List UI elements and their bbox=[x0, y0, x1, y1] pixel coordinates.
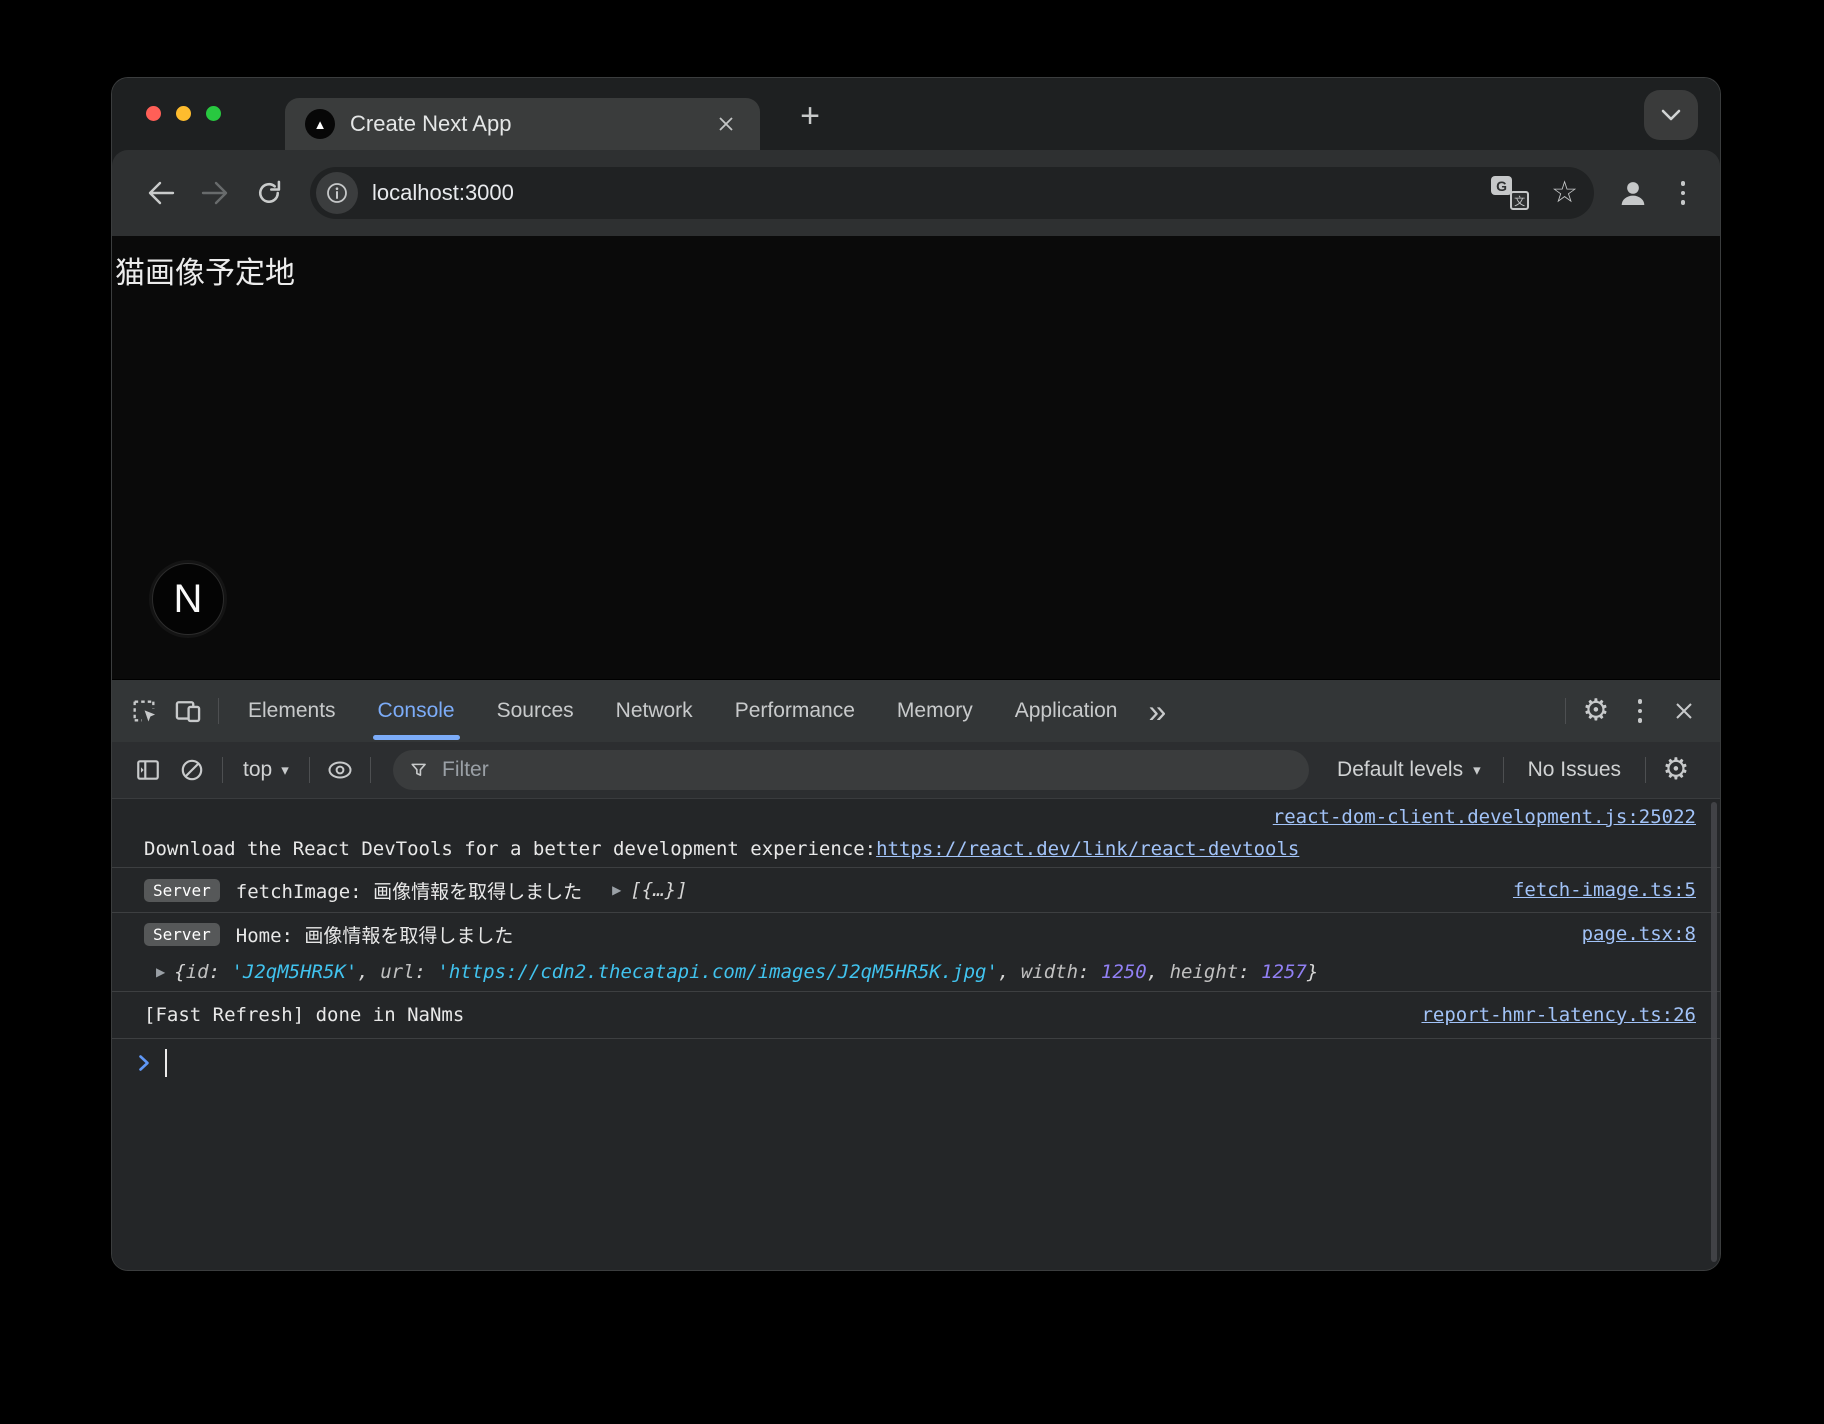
expand-triangle-icon[interactable]: ▶ bbox=[612, 884, 621, 896]
back-arrow-icon bbox=[146, 180, 176, 206]
chevron-down-icon bbox=[1660, 108, 1682, 122]
inspect-cursor-icon bbox=[130, 697, 158, 725]
back-button[interactable] bbox=[144, 176, 178, 210]
gear-icon: ⚙ bbox=[1663, 755, 1690, 785]
source-link[interactable]: report-hmr-latency.ts:26 bbox=[1397, 1004, 1696, 1026]
minimize-window-button[interactable] bbox=[176, 106, 191, 121]
nextjs-favicon-icon: ▲ bbox=[305, 109, 335, 139]
device-toolbar-icon bbox=[174, 697, 202, 725]
object-array-preview[interactable]: [{…}] bbox=[630, 879, 687, 901]
filter-funnel-icon bbox=[409, 760, 428, 780]
tab-sources[interactable]: Sources bbox=[476, 680, 595, 742]
console-message-text: Home: 画像情報を取得しました bbox=[236, 921, 514, 948]
server-badge: Server bbox=[144, 923, 220, 946]
nextjs-devtools-badge[interactable]: N bbox=[152, 563, 224, 635]
filter-input[interactable] bbox=[440, 757, 1293, 783]
sidebar-panel-icon bbox=[135, 757, 161, 783]
console-sidebar-button[interactable] bbox=[126, 748, 170, 792]
cat-image-placeholder-text: 猫画像予定地 bbox=[115, 248, 295, 292]
person-icon bbox=[1617, 177, 1649, 209]
console-toolbar: top ▾ Default levels ▾ bbox=[112, 742, 1720, 799]
inspect-element-button[interactable] bbox=[122, 689, 166, 733]
console-entry: Server fetchImage: 画像情報を取得しました ▶ [{…}] f… bbox=[112, 868, 1720, 913]
reload-button[interactable] bbox=[252, 176, 286, 210]
new-tab-button[interactable]: + bbox=[784, 90, 836, 142]
caret-down-icon: ▾ bbox=[1473, 761, 1481, 779]
log-levels-selector[interactable]: Default levels ▾ bbox=[1323, 758, 1495, 782]
context-label: top bbox=[243, 758, 272, 782]
source-link[interactable]: react-dom-client.development.js:25022 bbox=[1273, 806, 1696, 828]
devtools-tabbar: Elements Console Sources Network Perform… bbox=[112, 680, 1720, 742]
device-toolbar-button[interactable] bbox=[166, 689, 210, 733]
tab-elements[interactable]: Elements bbox=[227, 680, 357, 742]
bookmark-star-icon[interactable]: ☆ bbox=[1551, 178, 1578, 208]
devtools-close-button[interactable] bbox=[1662, 689, 1706, 733]
source-link[interactable]: fetch-image.ts:5 bbox=[1489, 879, 1696, 901]
devtools-panel: Elements Console Sources Network Perform… bbox=[112, 679, 1720, 1270]
translate-g-icon: G bbox=[1491, 176, 1512, 195]
console-settings-button[interactable]: ⚙ bbox=[1654, 748, 1698, 792]
omnibox[interactable]: localhost:3000 G 文 ☆ bbox=[310, 167, 1594, 219]
profile-avatar[interactable] bbox=[1614, 174, 1652, 212]
block-icon bbox=[179, 757, 205, 783]
console-messages: react-dom-client.development.js:25022 Do… bbox=[112, 799, 1720, 1270]
translate-wen-icon: 文 bbox=[1510, 191, 1529, 210]
devtools-settings-button[interactable]: ⚙ bbox=[1574, 689, 1618, 733]
console-message-text: Download the React DevTools for a better… bbox=[144, 838, 876, 860]
console-entry: Server Home: 画像情報を取得しました page.tsx:8 ▶ {i… bbox=[112, 913, 1720, 992]
translate-button[interactable]: G 文 bbox=[1491, 176, 1529, 210]
url-text[interactable]: localhost:3000 bbox=[372, 180, 514, 206]
devtools-menu-button[interactable] bbox=[1618, 689, 1662, 733]
console-message-text: [Fast Refresh] done in NaNms bbox=[144, 1004, 464, 1026]
tab-close-icon[interactable] bbox=[712, 110, 740, 138]
console-entry: react-dom-client.development.js:25022 Do… bbox=[112, 799, 1720, 868]
reload-icon bbox=[255, 179, 283, 207]
tab-strip: ▲ Create Next App + bbox=[112, 78, 1720, 150]
close-window-button[interactable] bbox=[146, 106, 161, 121]
traffic-lights bbox=[146, 106, 221, 121]
console-entry: [Fast Refresh] done in NaNms report-hmr-… bbox=[112, 992, 1720, 1039]
console-scrollbar[interactable] bbox=[1711, 802, 1717, 1262]
text-cursor bbox=[165, 1049, 167, 1077]
server-badge: Server bbox=[144, 879, 220, 902]
info-icon bbox=[326, 182, 348, 204]
caret-down-icon: ▾ bbox=[281, 761, 289, 779]
source-link[interactable]: page.tsx:8 bbox=[1558, 923, 1696, 945]
tab-title: Create Next App bbox=[350, 111, 511, 137]
close-icon bbox=[1674, 701, 1694, 721]
console-message-text: fetchImage: 画像情報を取得しました bbox=[236, 877, 582, 904]
issues-counter[interactable]: No Issues bbox=[1512, 758, 1637, 782]
kebab-icon bbox=[1625, 699, 1655, 723]
more-tabs-icon[interactable]: » bbox=[1138, 695, 1176, 727]
forward-arrow-icon bbox=[200, 180, 230, 206]
page-viewport: 猫画像予定地 N bbox=[112, 236, 1720, 679]
context-selector[interactable]: top ▾ bbox=[231, 758, 301, 782]
console-filter[interactable] bbox=[393, 750, 1309, 790]
console-prompt[interactable] bbox=[112, 1039, 1720, 1087]
browser-toolbar: localhost:3000 G 文 ☆ bbox=[112, 150, 1720, 236]
levels-label: Default levels bbox=[1337, 758, 1463, 782]
browser-window: ▲ Create Next App + bbox=[112, 78, 1720, 1270]
tab-search-button[interactable] bbox=[1644, 90, 1698, 140]
browser-menu-button[interactable] bbox=[1668, 181, 1698, 205]
expand-triangle-icon[interactable]: ▶ bbox=[156, 966, 165, 978]
react-devtools-link[interactable]: https://react.dev/link/react-devtools bbox=[876, 838, 1299, 860]
live-expression-button[interactable] bbox=[318, 748, 362, 792]
tab-network[interactable]: Network bbox=[595, 680, 714, 742]
object-preview[interactable]: {id: 'J2qM5HR5K', url: 'https://cdn2.the… bbox=[174, 961, 1318, 983]
prompt-chevron-icon bbox=[138, 1054, 150, 1072]
browser-tab[interactable]: ▲ Create Next App bbox=[285, 98, 760, 150]
tab-performance[interactable]: Performance bbox=[714, 680, 876, 742]
eye-icon bbox=[326, 758, 354, 782]
zoom-window-button[interactable] bbox=[206, 106, 221, 121]
tab-memory[interactable]: Memory bbox=[876, 680, 994, 742]
clear-console-button[interactable] bbox=[170, 748, 214, 792]
tab-console[interactable]: Console bbox=[357, 680, 476, 742]
gear-icon: ⚙ bbox=[1583, 696, 1610, 726]
tab-application[interactable]: Application bbox=[994, 680, 1139, 742]
forward-button[interactable] bbox=[198, 176, 232, 210]
site-info-button[interactable] bbox=[316, 172, 358, 214]
